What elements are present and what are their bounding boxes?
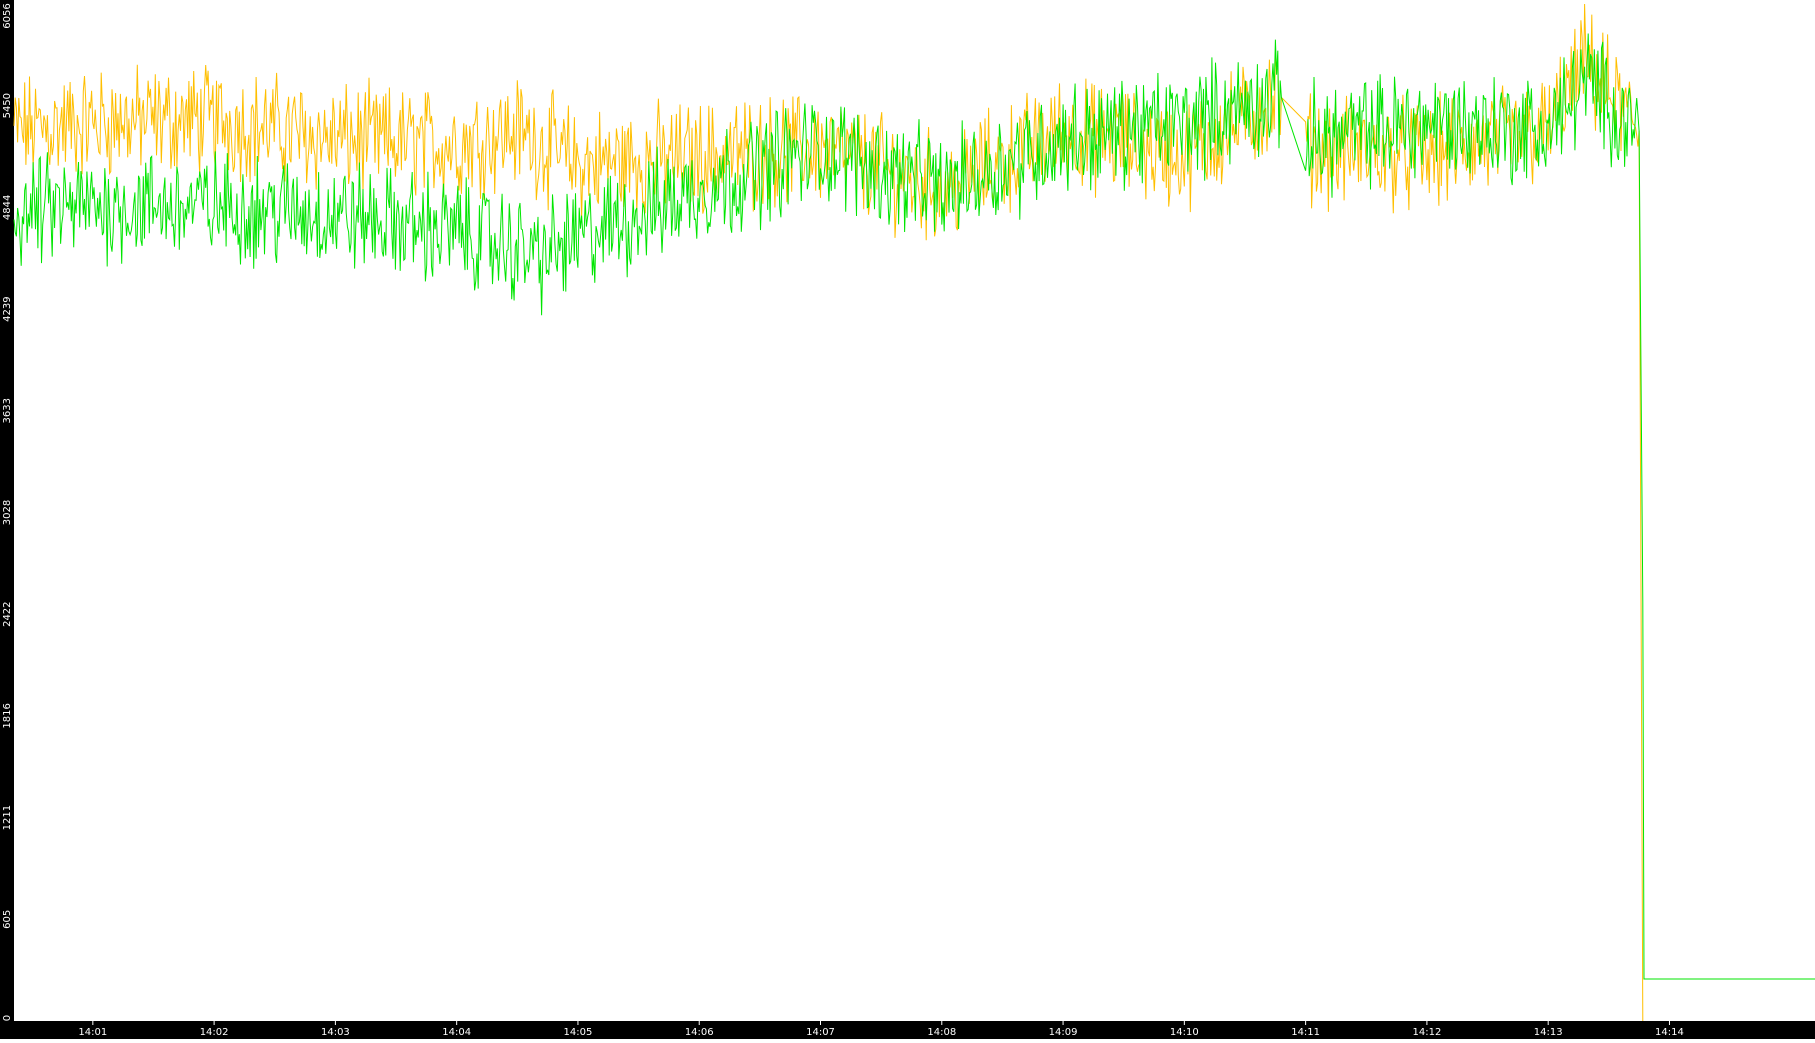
x-tick-label: 14:13	[1534, 1027, 1563, 1038]
x-tick-label: 14:04	[442, 1027, 471, 1038]
y-tick-label: 5450	[2, 93, 13, 118]
y-tick-label: 0	[2, 1015, 13, 1021]
y-tick-label: 6056	[2, 3, 13, 28]
chart: 0 605 1211 1816 2422 3028 3633 4239 4844 5450 6056…	[0, 0, 1815, 1039]
x-tick-label: 14:11	[1291, 1027, 1320, 1038]
y-tick-label: 3028	[2, 500, 13, 525]
chart-svg: 0 605 1211 1816 2422 3028 3633 4239 4844 5450 6056…	[0, 0, 1815, 1039]
y-tick-label: 3633	[2, 398, 13, 423]
x-tick-label: 14:03	[321, 1027, 350, 1038]
x-tick-label: 14:05	[564, 1027, 593, 1038]
x-tick-label: 14:14	[1655, 1027, 1684, 1038]
y-tick-label: 2422	[2, 601, 13, 626]
y-tick-label: 4239	[2, 296, 13, 321]
x-tick-label: 14:08	[927, 1027, 956, 1038]
x-tick-label: 14:06	[685, 1027, 714, 1038]
y-tick-label: 1816	[2, 703, 13, 728]
x-tick-label: 14:01	[78, 1027, 107, 1038]
x-tick-label: 14:12	[1412, 1027, 1441, 1038]
plot-background	[0, 0, 1815, 1039]
x-tick-label: 14:02	[200, 1027, 229, 1038]
y-tick-label: 1211	[2, 805, 13, 830]
x-tick-label: 14:07	[806, 1027, 835, 1038]
y-tick-label: 4844	[2, 195, 13, 220]
y-tick-label: 605	[2, 910, 13, 929]
x-tick-label: 14:09	[1049, 1027, 1078, 1038]
x-tick-label: 14:10	[1170, 1027, 1199, 1038]
